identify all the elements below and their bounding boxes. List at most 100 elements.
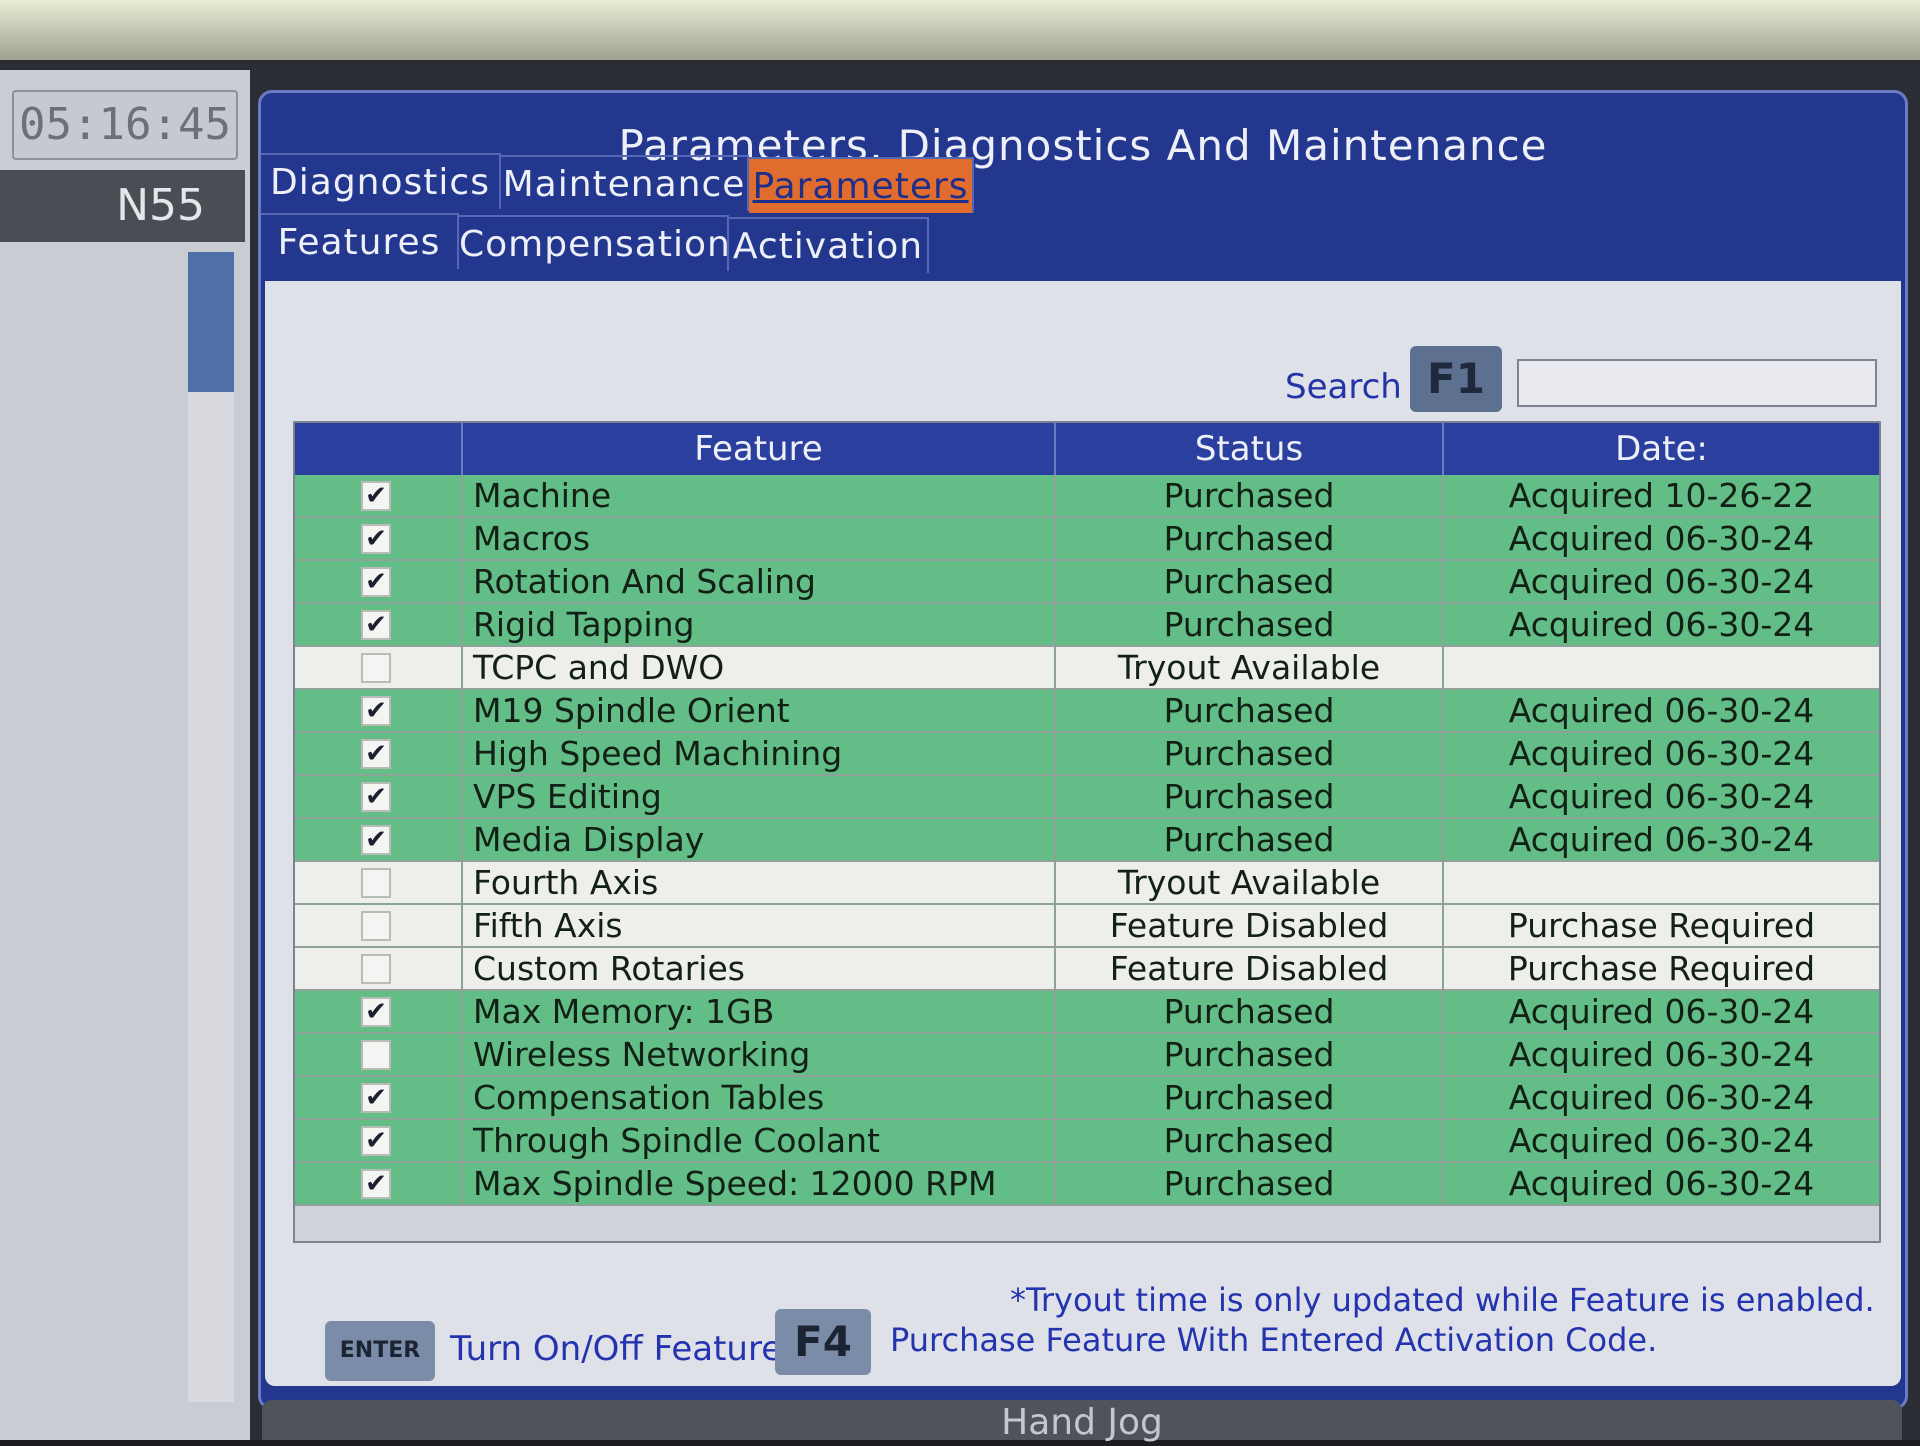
feature-name: Through Spindle Coolant: [463, 1120, 1056, 1161]
feature-date: Acquired 10-26-22: [1508, 476, 1815, 515]
feature-name: M19 Spindle Orient: [463, 690, 1056, 731]
feature-status: Purchased: [1056, 604, 1444, 645]
feature-status: Purchased: [1056, 690, 1444, 731]
check-cell: ✔: [295, 733, 463, 774]
table-row[interactable]: ✔ Rigid Tapping Purchased Acquired 06-30-24: [295, 604, 1879, 647]
feature-checkbox[interactable]: [361, 911, 391, 941]
header-check: [295, 423, 463, 475]
table-row[interactable]: Fourth Axis Tryout Available: [295, 862, 1879, 905]
feature-checkbox[interactable]: ✔: [361, 1126, 391, 1156]
feature-checkbox[interactable]: ✔: [361, 567, 391, 597]
feature-date: Acquired 06-30-24: [1508, 1035, 1815, 1074]
search-label: Search: [1285, 367, 1402, 407]
table-row[interactable]: ✔ Through Spindle Coolant Purchased Acquire…: [295, 1120, 1879, 1163]
feature-checkbox[interactable]: ✔: [361, 782, 391, 812]
table-row[interactable]: ✔ VPS Editing Purchased Acquired 06-30-24: [295, 776, 1879, 819]
feature-status: Tryout Available: [1056, 647, 1444, 688]
feature-name: VPS Editing: [463, 776, 1056, 817]
tab-diagnostics[interactable]: Diagnostics: [261, 153, 501, 209]
check-cell: [295, 647, 463, 688]
feature-checkbox[interactable]: ✔: [361, 1083, 391, 1113]
feature-name: Media Display: [463, 819, 1056, 860]
tryout-note: *Tryout time is only updated while Featu…: [1010, 1281, 1875, 1319]
table-row[interactable]: ✔ Macros Purchased Acquired 06-30-24: [295, 518, 1879, 561]
checkmark-icon: ✔: [365, 782, 387, 812]
header-status[interactable]: Status: [1056, 423, 1444, 475]
feature-checkbox[interactable]: ✔: [361, 825, 391, 855]
table-body: ✔ Machine Purchased Acquired 10-26-22 ✔ Macro…: [295, 475, 1879, 1206]
header-feature[interactable]: Feature: [463, 423, 1056, 475]
feature-date: Acquired 06-30-24: [1508, 1164, 1815, 1203]
feature-status: Purchased: [1056, 1077, 1444, 1118]
feature-checkbox[interactable]: ✔: [361, 610, 391, 640]
feature-checkbox[interactable]: [361, 868, 391, 898]
check-cell: ✔: [295, 604, 463, 645]
table-row[interactable]: ✔ Media Display Purchased Acquired 06-30-24: [295, 819, 1879, 862]
left-scrollbar-thumb[interactable]: [188, 252, 234, 392]
table-row[interactable]: ✔ Compensation Tables Purchased Acquired 06…: [295, 1077, 1879, 1120]
features-table: Feature Status Date: ✔ Machine Purchased Ac…: [293, 421, 1881, 1243]
feature-date: [1444, 862, 1879, 903]
check-cell: ✔: [295, 690, 463, 731]
feature-status: Purchased: [1056, 1120, 1444, 1161]
table-row[interactable]: ✔ Machine Purchased Acquired 10-26-22: [295, 475, 1879, 518]
enter-key-label: Turn On/Off Feature: [450, 1329, 783, 1369]
search-input[interactable]: [1517, 359, 1877, 407]
checkmark-icon: ✔: [365, 696, 387, 726]
feature-status: Purchased: [1056, 1163, 1444, 1204]
check-cell: ✔: [295, 1163, 463, 1204]
tab-parameters[interactable]: Parameters: [749, 157, 974, 213]
feature-date: Acquired 06-30-24: [1508, 562, 1815, 601]
tab-features[interactable]: Features: [261, 213, 459, 269]
feature-date: Acquired 06-30-24: [1508, 519, 1815, 558]
check-cell: ✔: [295, 561, 463, 602]
feature-date: Acquired 06-30-24: [1508, 1121, 1815, 1160]
feature-name: Fifth Axis: [463, 905, 1056, 946]
feature-checkbox[interactable]: ✔: [361, 997, 391, 1027]
table-row[interactable]: ✔ Max Spindle Speed: 12000 RPM Purchased Ac…: [295, 1163, 1879, 1206]
table-row[interactable]: ✔ High Speed Machining Purchased Acquired 0…: [295, 733, 1879, 776]
feature-status: Feature Disabled: [1056, 948, 1444, 989]
feature-checkbox[interactable]: ✔: [361, 739, 391, 769]
feature-checkbox[interactable]: [361, 1040, 391, 1070]
feature-checkbox[interactable]: [361, 954, 391, 984]
table-row[interactable]: ✔ M19 Spindle Orient Purchased Acquired 06-…: [295, 690, 1879, 733]
feature-name: Macros: [463, 518, 1056, 559]
feature-checkbox[interactable]: ✔: [361, 481, 391, 511]
f4-key[interactable]: F4: [775, 1309, 871, 1375]
left-scrollbar-track[interactable]: [188, 392, 234, 1402]
feature-status: Purchased: [1056, 991, 1444, 1032]
hand-jog-bar[interactable]: Hand Jog: [262, 1400, 1902, 1443]
enter-key[interactable]: ENTER: [325, 1321, 435, 1381]
table-row[interactable]: Fifth Axis Feature Disabled Purchase Requi…: [295, 905, 1879, 948]
feature-checkbox[interactable]: [361, 653, 391, 683]
feature-status: Tryout Available: [1056, 862, 1444, 903]
feature-checkbox[interactable]: ✔: [361, 1169, 391, 1199]
feature-date: Acquired 06-30-24: [1508, 777, 1815, 816]
feature-name: Machine: [463, 475, 1056, 516]
header-date[interactable]: Date:: [1444, 423, 1879, 475]
feature-date: Acquired 06-30-24: [1508, 820, 1815, 859]
feature-date: Acquired 06-30-24: [1508, 1078, 1815, 1117]
table-header: Feature Status Date:: [295, 423, 1879, 475]
tab-activation[interactable]: Activation: [729, 217, 929, 273]
f4-key-label: Purchase Feature With Entered Activation…: [890, 1321, 1658, 1359]
check-cell: [295, 905, 463, 946]
feature-checkbox[interactable]: ✔: [361, 524, 391, 554]
checkmark-icon: ✔: [365, 1083, 387, 1113]
table-row[interactable]: ✔ Rotation And Scaling Purchased Acquired 0…: [295, 561, 1879, 604]
feature-name: Compensation Tables: [463, 1077, 1056, 1118]
f1-key[interactable]: F1: [1410, 346, 1502, 412]
feature-name: Max Spindle Speed: 12000 RPM: [463, 1163, 1056, 1204]
feature-checkbox[interactable]: ✔: [361, 696, 391, 726]
checkmark-icon: ✔: [365, 997, 387, 1027]
tab-maintenance[interactable]: Maintenance: [501, 155, 749, 211]
feature-status: Purchased: [1056, 776, 1444, 817]
feature-date: Acquired 06-30-24: [1508, 605, 1815, 644]
feature-status: Purchased: [1056, 518, 1444, 559]
table-row[interactable]: Custom Rotaries Feature Disabled Purchase …: [295, 948, 1879, 991]
tab-compensation[interactable]: Compensation: [459, 215, 730, 271]
table-row[interactable]: TCPC and DWO Tryout Available: [295, 647, 1879, 690]
table-row[interactable]: Wireless Networking Purchased Acquired 06-…: [295, 1034, 1879, 1077]
table-row[interactable]: ✔ Max Memory: 1GB Purchased Acquired 06-30-…: [295, 991, 1879, 1034]
